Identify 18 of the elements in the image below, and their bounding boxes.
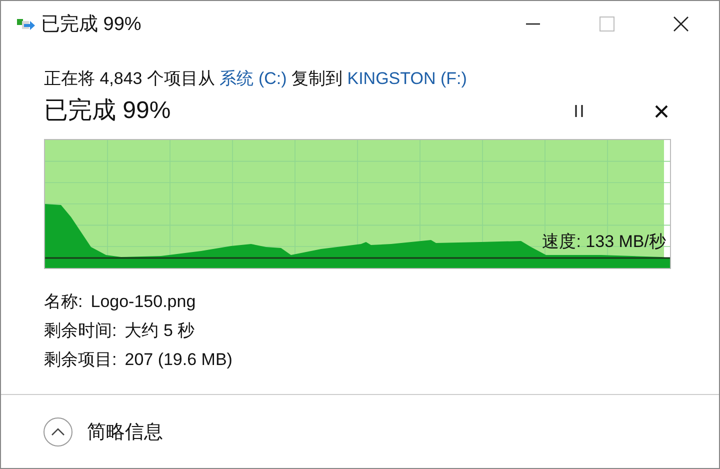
detail-label: 剩余项目: xyxy=(44,350,117,369)
detail-label: 剩余时间: xyxy=(44,321,117,340)
less-details-button[interactable]: 简略信息 xyxy=(43,416,163,446)
progress-title: 已完成 99% xyxy=(44,96,171,126)
detail-value: Logo-150.png xyxy=(90,292,196,311)
copy-description: 正在将 4,843 个项目从 系统 (C:) 复制到 KINGSTON (F:) xyxy=(44,68,468,90)
detail-value: 大约 5 秒 xyxy=(124,321,195,340)
drive-link[interactable]: 系统 (C:) xyxy=(220,69,287,88)
drive-link[interactable]: KINGSTON (F:) xyxy=(347,69,467,88)
copy-icon xyxy=(17,17,35,31)
pause-icon[interactable] xyxy=(573,105,585,117)
close-icon[interactable] xyxy=(673,16,689,32)
chevron-up-icon xyxy=(43,416,73,446)
close-icon[interactable] xyxy=(655,104,668,118)
detail-label: 名称: xyxy=(44,292,83,311)
window-title: 已完成 99% xyxy=(41,13,142,37)
detail-value: 207 (19.6 MB) xyxy=(124,350,232,369)
speed-label: 速度: 133 MB/秒 xyxy=(542,231,666,253)
